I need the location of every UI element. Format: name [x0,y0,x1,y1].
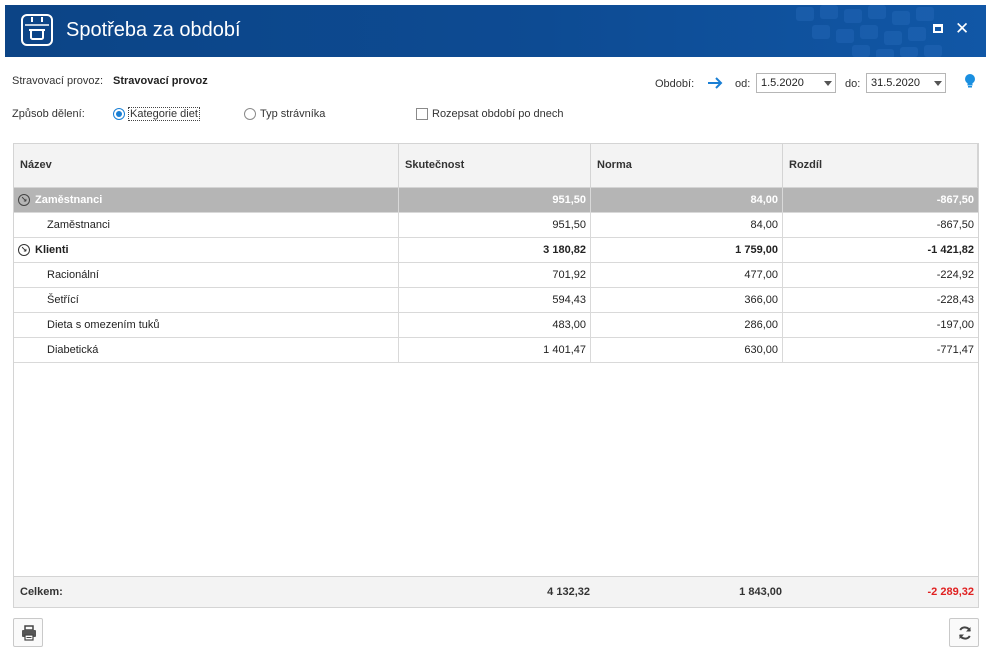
zpusob-label: Způsob dělení: [12,108,85,120]
total-rozdil: -2 289,32 [927,586,974,598]
data-grid[interactable]: Název Skutečnost Norma Rozdíl ↘ Zaměstna… [13,143,979,608]
cell-name: Šetřící [14,288,399,312]
obdobi-label: Období: [655,78,695,90]
cell-skutecnost: 1 401,47 [399,338,591,362]
cell-norma: 630,00 [591,338,783,362]
total-label: Celkem: [20,586,63,598]
window-title: Spotřeba za období [66,19,241,41]
table-row-group[interactable]: ↘ Klienti 3 180,82 1 759,00 -1 421,82 [14,238,978,263]
cell-norma: 366,00 [591,288,783,312]
refresh-icon [959,626,971,640]
column-header-rozdil[interactable]: Rozdíl [783,144,978,188]
cell-skutecnost: 594,43 [399,288,591,312]
provoz-label: Stravovací provoz: [12,75,104,87]
cell-rozdil: -228,43 [936,294,974,306]
column-header-skutecnost[interactable]: Skutečnost [399,144,591,188]
cell-name: Zaměstnanci [14,188,399,212]
column-header-norma[interactable]: Norma [591,144,783,188]
table-row[interactable]: Racionální 701,92 477,00 -224,92 [14,263,978,288]
cell-rozdil: -224,92 [936,269,974,281]
od-date-value: 1.5.2020 [761,77,804,89]
table-row[interactable]: Diabetická 1 401,47 630,00 -771,47 [14,338,978,363]
table-row[interactable]: Dieta s omezením tuků 483,00 286,00 -197… [14,313,978,338]
do-label: do: [845,78,861,90]
close-button[interactable]: ✕ [955,19,970,38]
cell-norma: 1 759,00 [591,238,783,262]
cell-norma: 286,00 [591,313,783,337]
cell-name: Zaměstnanci [14,213,399,237]
cell-rozdil: -1 421,82 [927,244,974,256]
printer-icon [22,625,36,641]
cell-skutecnost: 951,50 [399,188,591,212]
rozepsat-checkbox[interactable] [416,108,428,120]
cell-name: Dieta s omezením tuků [14,313,399,337]
chevron-down-icon [934,81,942,86]
grid-footer-totals: Celkem: 4 132,32 1 843,00 -2 289,32 [14,576,978,607]
refresh-button[interactable] [949,618,979,647]
radio-typ-label[interactable]: Typ strávníka [260,108,325,120]
calendar-pot-icon [21,14,53,46]
rozepsat-label[interactable]: Rozepsat období po dnech [432,108,564,120]
table-row[interactable]: Zaměstnanci 951,50 84,00 -867,50 [14,213,978,238]
od-label: od: [735,78,751,90]
cell-skutecnost: 483,00 [399,313,591,337]
print-button[interactable] [13,618,43,647]
radio-kategorie-label[interactable]: Kategorie diet [128,107,200,121]
cell-skutecnost: 3 180,82 [399,238,591,262]
do-date-value: 31.5.2020 [871,77,920,89]
cell-rozdil: -867,50 [936,219,974,231]
radio-kategorie-diet[interactable] [113,108,125,120]
title-bar: Spotřeba za období ✕ [5,5,986,57]
cell-norma: 477,00 [591,263,783,287]
radio-typ-stravnika[interactable] [244,108,256,120]
cell-rozdil: -771,47 [936,344,974,356]
total-skutecnost: 4 132,32 [547,586,590,598]
cell-rozdil: -197,00 [936,319,974,331]
cell-name: Racionální [14,263,399,287]
cell-name: Diabetická [14,338,399,362]
table-row[interactable]: Šetřící 594,43 366,00 -228,43 [14,288,978,313]
cell-rozdil: -867,50 [936,194,974,206]
do-date-select[interactable]: 31.5.2020 [866,73,946,93]
title-bar-pattern [796,5,942,57]
cell-skutecnost: 701,92 [399,263,591,287]
cell-norma: 84,00 [591,188,783,212]
total-norma: 1 843,00 [739,586,782,598]
grid-header: Název Skutečnost Norma Rozdíl [14,144,978,188]
maximize-icon [933,24,943,33]
arrow-right-icon[interactable] [707,77,723,89]
provoz-value: Stravovací provoz [113,75,208,87]
maximize-button[interactable] [931,22,945,36]
cell-name: Klienti [14,238,399,262]
column-header-nazev[interactable]: Název [14,144,399,188]
cell-skutecnost: 951,50 [399,213,591,237]
close-icon: ✕ [955,19,970,38]
cell-norma: 84,00 [591,213,783,237]
od-date-select[interactable]: 1.5.2020 [756,73,836,93]
chevron-down-icon [824,81,832,86]
table-row-group[interactable]: ↘ Zaměstnanci 951,50 84,00 -867,50 [14,188,978,213]
lightbulb-icon[interactable] [964,73,976,89]
